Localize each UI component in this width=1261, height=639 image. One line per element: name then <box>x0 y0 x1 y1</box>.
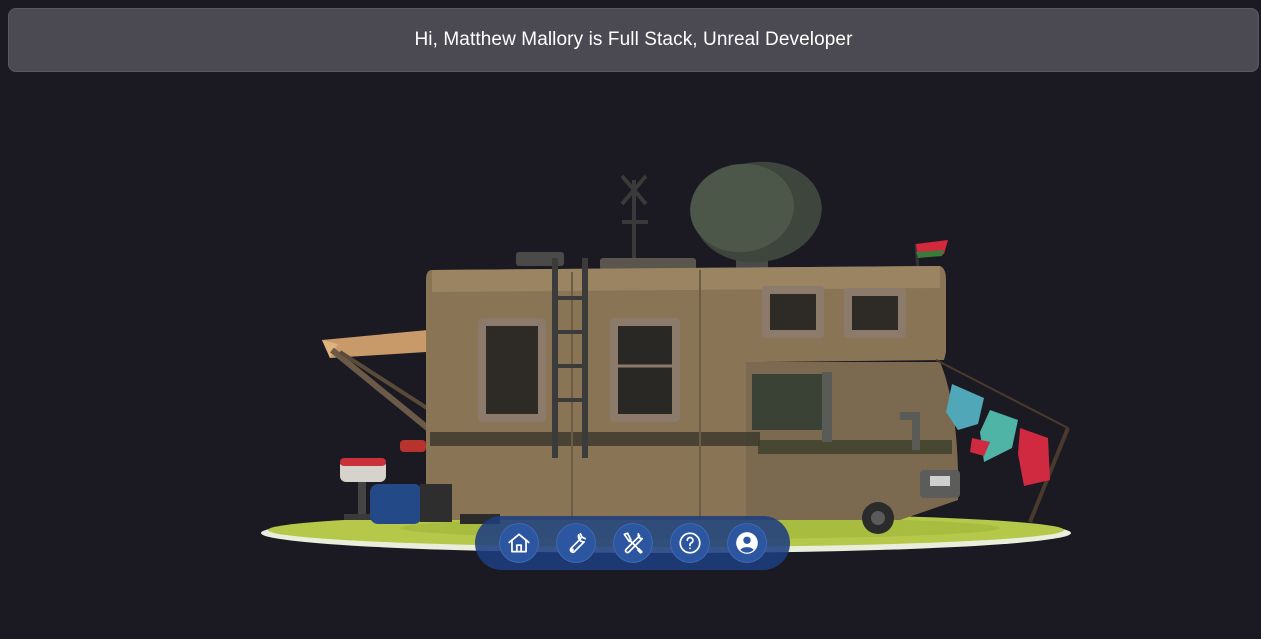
tools-icon <box>622 532 643 554</box>
bottom-nav-dock <box>475 516 790 570</box>
satellite-dish <box>690 161 822 268</box>
home-icon <box>507 533 530 553</box>
user-icon <box>735 532 758 554</box>
tools-button[interactable] <box>612 523 653 563</box>
help-icon <box>678 532 701 554</box>
flag <box>914 240 948 271</box>
greeting-banner: Hi, Matthew Mallory is Full Stack, Unrea… <box>8 8 1259 72</box>
wrench-icon <box>569 532 586 554</box>
awning <box>322 330 432 433</box>
page: Hi, Matthew Mallory is Full Stack, Unrea… <box>0 0 1261 639</box>
wrench-button[interactable] <box>555 523 596 563</box>
profile-button[interactable] <box>726 523 767 563</box>
help-button[interactable] <box>669 523 710 563</box>
antenna <box>620 174 648 268</box>
home-button[interactable] <box>498 523 539 563</box>
greeting-text: Hi, Matthew Mallory is Full Stack, Unrea… <box>414 29 853 50</box>
